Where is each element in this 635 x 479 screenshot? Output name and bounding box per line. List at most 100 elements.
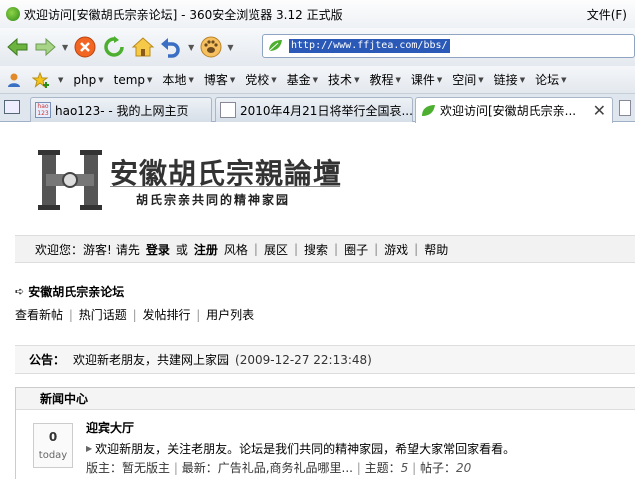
help-link[interactable]: 帮助 — [424, 241, 448, 258]
quick-links: 查看新帖 | 热门话题 | 发帖排行 | 用户列表 — [15, 306, 254, 323]
separator: | — [334, 242, 339, 256]
fav-item-blog[interactable]: 博客 ▼ — [204, 71, 235, 88]
browser-logo-icon — [6, 7, 20, 21]
history-dropdown-icon[interactable]: ▼ — [62, 43, 68, 52]
home-icon — [131, 37, 155, 57]
new-tab-icon[interactable] — [619, 100, 631, 116]
page-icon — [220, 102, 236, 118]
breadcrumb: ➪ 安徽胡氏宗亲论坛 — [15, 283, 124, 300]
paw-icon — [200, 36, 222, 58]
tab-list-icon[interactable] — [4, 100, 20, 114]
separator: | — [68, 308, 73, 322]
announcement-label: 公告： — [29, 353, 66, 367]
post-ranking-link[interactable]: 发帖排行 — [142, 308, 190, 322]
fav-item-space[interactable]: 空间 ▼ — [452, 71, 483, 88]
tab-forum[interactable]: 欢迎访问[安徽胡氏宗亲... ✕ — [415, 97, 613, 123]
separator: | — [253, 242, 258, 256]
today-label: today — [38, 450, 68, 461]
forum-slogan: 胡氏宗亲共同的精神家园 — [136, 193, 291, 207]
undo-dropdown-icon[interactable]: ▼ — [188, 43, 194, 52]
forward-arrow-icon — [35, 37, 56, 57]
forum-description-text: 欢迎新朋友，关注老朋友。论坛是我们共同的精神家园，希望大家常回家看看。 — [95, 442, 516, 456]
window-title: 欢迎访问[安徽胡氏宗亲论坛] - 360安全浏览器 3.12 正式版 — [24, 7, 343, 22]
fav-item-temp[interactable]: temp ▼ — [114, 73, 153, 87]
user-list-link[interactable]: 用户列表 — [206, 308, 254, 322]
tab-close-icon[interactable]: ✕ — [593, 101, 606, 120]
hao123-icon: hao 123 — [35, 102, 51, 118]
fav-item-party-school[interactable]: 党校 ▼ — [245, 71, 276, 88]
address-url[interactable]: http://www.ffjtea.com/bbs/ — [289, 39, 450, 53]
register-link[interactable]: 注册 — [194, 241, 218, 258]
tab-hao123[interactable]: hao 123 hao123- - 我的上网主页 — [30, 97, 212, 122]
leaf-icon — [422, 104, 435, 116]
breadcrumb-forum-link[interactable]: 安徽胡氏宗亲论坛 — [28, 283, 124, 300]
undo-close-button[interactable] — [159, 34, 185, 60]
circle-link[interactable]: 圈子 — [344, 241, 368, 258]
announcement-bar: 公告： 欢迎新老朋友，共建网上家园 (2009-12-27 22:13:48) — [15, 345, 635, 374]
fav-item-forum[interactable]: 论坛 ▼ — [535, 71, 566, 88]
announcement-time: (2009-12-27 22:13:48) — [235, 352, 372, 367]
address-bar[interactable]: http://www.ffjtea.com/bbs/ — [262, 34, 635, 58]
latest-post-link[interactable]: 最新：广告礼品,商务礼品哪里... — [182, 461, 353, 475]
stop-icon — [74, 36, 96, 58]
favorites-bar: ▼ php ▼ temp ▼ 本地 ▼ 博客 ▼ 党校 ▼ 基金 ▼ 技术 ▼ 教程 ▼ 课件 ▼… — [0, 66, 635, 94]
slogan-divider — [110, 186, 340, 187]
fav-item-php[interactable]: php ▼ — [73, 73, 103, 87]
leaf-icon — [268, 40, 282, 52]
games-link[interactable]: 游戏 — [384, 241, 408, 258]
fav-item-local[interactable]: 本地 ▼ — [162, 71, 193, 88]
section-title[interactable]: 新闻中心 — [16, 388, 635, 410]
today-post-box: 0 today — [33, 423, 73, 468]
fav-item-fund[interactable]: 基金 ▼ — [287, 71, 318, 88]
separator: | — [132, 308, 137, 322]
topics-label: 主题： — [364, 461, 401, 475]
search-link[interactable]: 搜索 — [304, 241, 328, 258]
favorites-star-icon[interactable]: ▼ — [32, 71, 63, 88]
undo-icon — [161, 38, 180, 58]
exhibition-link[interactable]: 展区 — [264, 241, 288, 258]
new-posts-link[interactable]: 查看新帖 — [15, 308, 63, 322]
stop-button[interactable] — [72, 34, 98, 60]
separator: | — [293, 242, 298, 256]
separator: | — [374, 242, 379, 256]
refresh-icon — [104, 36, 124, 57]
announcement-text[interactable]: 欢迎新老朋友，共建网上家园 — [73, 351, 229, 368]
window-titlebar: 欢迎访问[安徽胡氏宗亲论坛] - 360安全浏览器 3.12 正式版 文件(F) — [0, 0, 635, 28]
posts-label: 帖子： — [420, 461, 457, 475]
forum-logo[interactable]: 安徽胡氏宗親論壇 胡氏宗亲共同的精神家园 — [38, 148, 341, 214]
style-link[interactable]: 风格 — [224, 241, 248, 258]
forward-button[interactable] — [33, 34, 59, 60]
fav-item-tutorial[interactable]: 教程 ▼ — [369, 71, 400, 88]
user-bar: 欢迎您：游客! 请先 登录 或 注册 风格 | 展区 | 搜索 | 圈子 | 游… — [15, 235, 635, 263]
menu-file[interactable]: 文件(F) — [587, 6, 627, 23]
paw-button[interactable] — [198, 34, 224, 60]
back-button[interactable] — [4, 34, 30, 60]
refresh-button[interactable] — [101, 34, 127, 60]
today-count: 0 — [48, 430, 58, 444]
login-link[interactable]: 登录 — [146, 241, 170, 258]
forum-logo-icon — [38, 150, 102, 210]
triangle-icon: ▶ — [86, 444, 93, 453]
fav-item-courseware[interactable]: 课件 ▼ — [411, 71, 442, 88]
forum-name-link[interactable]: 迎宾大厅 — [86, 419, 134, 436]
fav-item-links[interactable]: 链接 ▼ — [494, 71, 525, 88]
moderator-text: 版主：暂无版主 — [86, 461, 171, 475]
breadcrumb-arrow-icon: ➪ — [15, 285, 25, 298]
hot-topics-link[interactable]: 热门话题 — [79, 308, 127, 322]
or-text: 或 — [175, 242, 188, 257]
tab-bar: hao 123 hao123- - 我的上网主页 2010年4月21日将举行全国哀… — [0, 94, 635, 123]
welcome-text: 欢迎您：游客! — [35, 242, 112, 257]
page-content: 安徽胡氏宗親論壇 胡氏宗亲共同的精神家园 欢迎您：游客! 请先 登录 或 注册 … — [0, 123, 635, 479]
please-text: 请先 — [115, 242, 140, 257]
tab-memorial[interactable]: 2010年4月21日将举行全国哀... — [215, 97, 413, 122]
user-icon[interactable] — [6, 72, 22, 88]
topics-count: 5 — [400, 461, 409, 475]
separator: | — [196, 308, 201, 322]
news-center-section: 新闻中心 0 today 迎宾大厅 ▶ 欢迎新朋友，关注老朋友。论坛是我们共同的… — [15, 387, 635, 479]
paw-dropdown-icon[interactable]: ▼ — [227, 43, 233, 52]
forum-description: ▶ 欢迎新朋友，关注老朋友。论坛是我们共同的精神家园，希望大家常回家看看。 — [86, 440, 515, 457]
posts-count: 20 — [456, 461, 472, 475]
home-button[interactable] — [130, 34, 156, 60]
fav-item-tech[interactable]: 技术 ▼ — [328, 71, 359, 88]
separator: | — [414, 242, 419, 256]
